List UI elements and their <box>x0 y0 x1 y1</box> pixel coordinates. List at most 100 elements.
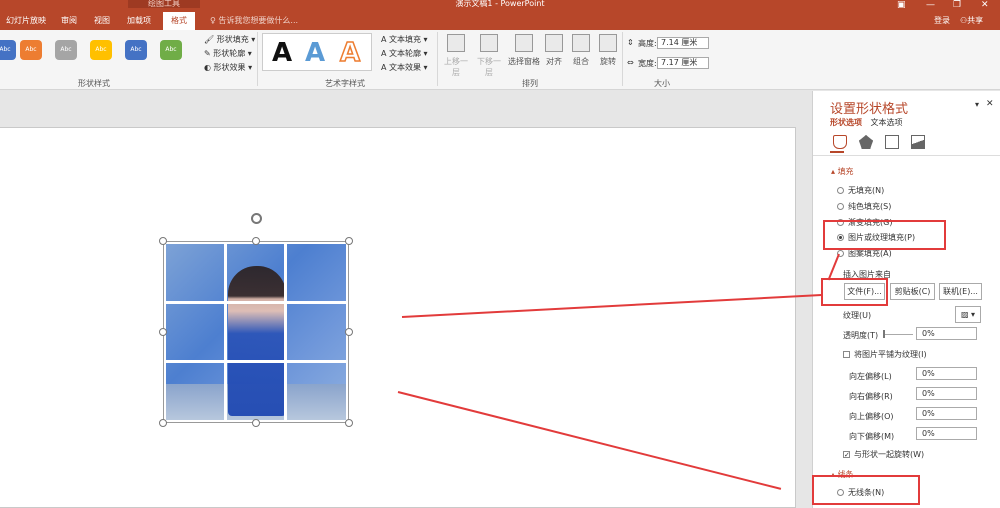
offset-top-label: 向上偏移(O) <box>849 412 894 421</box>
group-label-shape-styles: 形状样式 <box>78 79 110 88</box>
annotation-highlight <box>823 220 946 250</box>
title-bar: 绘图工具 演示文稿1 - PowerPoint 幻灯片放映 审阅 视图 加载项 … <box>0 0 1000 30</box>
shape-style-6[interactable]: Abc <box>160 40 182 60</box>
text-fill-button[interactable]: A 文本填充 ▾ <box>381 34 428 45</box>
offset-left-label: 向左偏移(L) <box>849 372 892 381</box>
rotate-button[interactable]: 旋转 <box>597 34 619 67</box>
group-label-size: 大小 <box>654 79 670 88</box>
offset-top-input[interactable]: 0% <box>916 407 977 420</box>
group-label-wordart: 艺术字样式 <box>325 79 365 88</box>
texture-dropdown[interactable]: ▨ ▾ <box>955 306 981 323</box>
send-backward-icon <box>480 34 498 52</box>
slide-canvas[interactable] <box>0 127 796 508</box>
texture-swatch-icon: ▨ <box>960 310 969 319</box>
picture-icon[interactable] <box>911 135 925 149</box>
text-effects-button[interactable]: A 文本效果 ▾ <box>381 62 428 73</box>
shape-style-4[interactable]: Abc <box>90 40 112 60</box>
share-button[interactable]: ⚇共享 <box>960 15 983 26</box>
resize-handle[interactable] <box>159 419 167 427</box>
fill-section-header[interactable]: ▴ 填充 <box>831 166 854 177</box>
restore-icon[interactable]: ❐ <box>953 0 961 10</box>
radio-circle <box>837 187 844 194</box>
active-tab-underline <box>830 151 844 153</box>
divider <box>813 155 1000 156</box>
radio-circle <box>837 203 844 210</box>
tab-slideshow[interactable]: 幻灯片放映 <box>6 14 46 28</box>
height-icon: ⇕ <box>627 38 634 47</box>
offset-left-input[interactable]: 0% <box>916 367 977 380</box>
photo-person <box>228 266 286 416</box>
close-icon[interactable]: ✕ <box>981 0 989 10</box>
grid-line <box>166 301 346 304</box>
resize-handle[interactable] <box>159 328 167 336</box>
align-icon <box>545 34 563 52</box>
selection-pane-button[interactable]: 选择窗格 <box>507 34 541 67</box>
annotation-highlight <box>812 475 920 505</box>
resize-handle[interactable] <box>345 419 353 427</box>
login-link[interactable]: 登录 <box>934 15 950 26</box>
slider-thumb[interactable] <box>883 330 885 338</box>
pane-options-icon[interactable]: ▾ <box>975 100 979 109</box>
offset-bottom-input[interactable]: 0% <box>916 427 977 440</box>
resize-handle[interactable] <box>252 419 260 427</box>
tab-text-options[interactable]: 文本选项 <box>871 118 903 127</box>
checkbox-checked: ✓ <box>843 451 850 459</box>
offset-right-label: 向右偏移(R) <box>849 392 893 401</box>
tab-view[interactable]: 视图 <box>94 14 110 28</box>
wordart-style-orange[interactable]: A <box>339 37 361 69</box>
radio-solid-fill[interactable]: 纯色填充(S) <box>837 201 891 212</box>
shape-fill-button[interactable]: 🖌 形状填充 ▾ <box>204 34 255 45</box>
document-title: 演示文稿1 - PowerPoint <box>455 0 545 8</box>
ribbon-display-icon[interactable]: ▣ <box>897 0 906 10</box>
bring-forward-button[interactable]: 上移一层 <box>441 34 471 78</box>
divider <box>257 32 258 86</box>
radio-no-fill[interactable]: 无填充(N) <box>837 185 884 196</box>
tab-review[interactable]: 审阅 <box>61 14 77 28</box>
resize-handle[interactable] <box>345 328 353 336</box>
tile-checkbox[interactable]: 将图片平铺为纹理(I) <box>843 349 927 360</box>
tell-me-box[interactable]: ♀ 告诉我您想要做什么... <box>210 15 298 26</box>
divider <box>622 32 623 86</box>
effects-icon[interactable] <box>859 135 873 149</box>
grid-line <box>284 244 287 420</box>
shape-style-1[interactable]: Abc <box>0 40 16 60</box>
shape-effects-button[interactable]: ◐ 形状效果 ▾ <box>204 62 252 73</box>
shape-style-2[interactable]: Abc <box>20 40 42 60</box>
align-button[interactable]: 对齐 <box>543 34 565 67</box>
shape-style-5[interactable]: Abc <box>125 40 147 60</box>
tab-addins[interactable]: 加载项 <box>127 14 151 28</box>
transparency-label: 透明度(T) <box>843 331 879 340</box>
transparency-input[interactable]: 0% <box>916 327 977 340</box>
height-input[interactable]: 7.14 厘米 <box>657 37 709 49</box>
divider <box>437 32 438 86</box>
picture-filled-shape[interactable] <box>166 244 346 420</box>
send-backward-button[interactable]: 下移一层 <box>474 34 504 78</box>
rotate-with-shape-checkbox[interactable]: ✓ 与形状一起旋转(W) <box>843 449 924 460</box>
minimize-icon[interactable]: — <box>926 0 935 10</box>
wordart-style-blue[interactable]: A <box>305 38 325 68</box>
bring-forward-icon <box>447 34 465 52</box>
text-outline-button[interactable]: A 文本轮廓 ▾ <box>381 48 428 59</box>
clipboard-button[interactable]: 剪贴板(C) <box>890 283 935 300</box>
pane-icon-bar <box>833 135 993 153</box>
shape-style-3[interactable]: Abc <box>55 40 77 60</box>
wordart-style-black[interactable]: A <box>272 38 292 68</box>
width-input[interactable]: 7.17 厘米 <box>657 57 709 69</box>
resize-handle[interactable] <box>159 237 167 245</box>
tab-shape-options[interactable]: 形状选项 <box>830 118 862 127</box>
size-properties-icon[interactable] <box>885 135 899 149</box>
pane-close-icon[interactable]: ✕ <box>986 99 994 109</box>
fill-line-icon[interactable] <box>833 135 847 149</box>
shape-outline-button[interactable]: ✎ 形状轮廓 ▾ <box>204 48 252 59</box>
selection-pane-icon <box>515 34 533 52</box>
group-button[interactable]: 组合 <box>570 34 592 67</box>
tab-format[interactable]: 格式 <box>163 12 195 30</box>
transparency-slider[interactable] <box>883 334 913 335</box>
grid-line <box>166 360 346 363</box>
width-icon: ⇔ <box>627 58 634 67</box>
offset-right-input[interactable]: 0% <box>916 387 977 400</box>
online-button[interactable]: 联机(E)... <box>939 283 982 300</box>
resize-handle[interactable] <box>345 237 353 245</box>
resize-handle[interactable] <box>252 237 260 245</box>
rotate-handle-icon[interactable] <box>251 213 262 224</box>
